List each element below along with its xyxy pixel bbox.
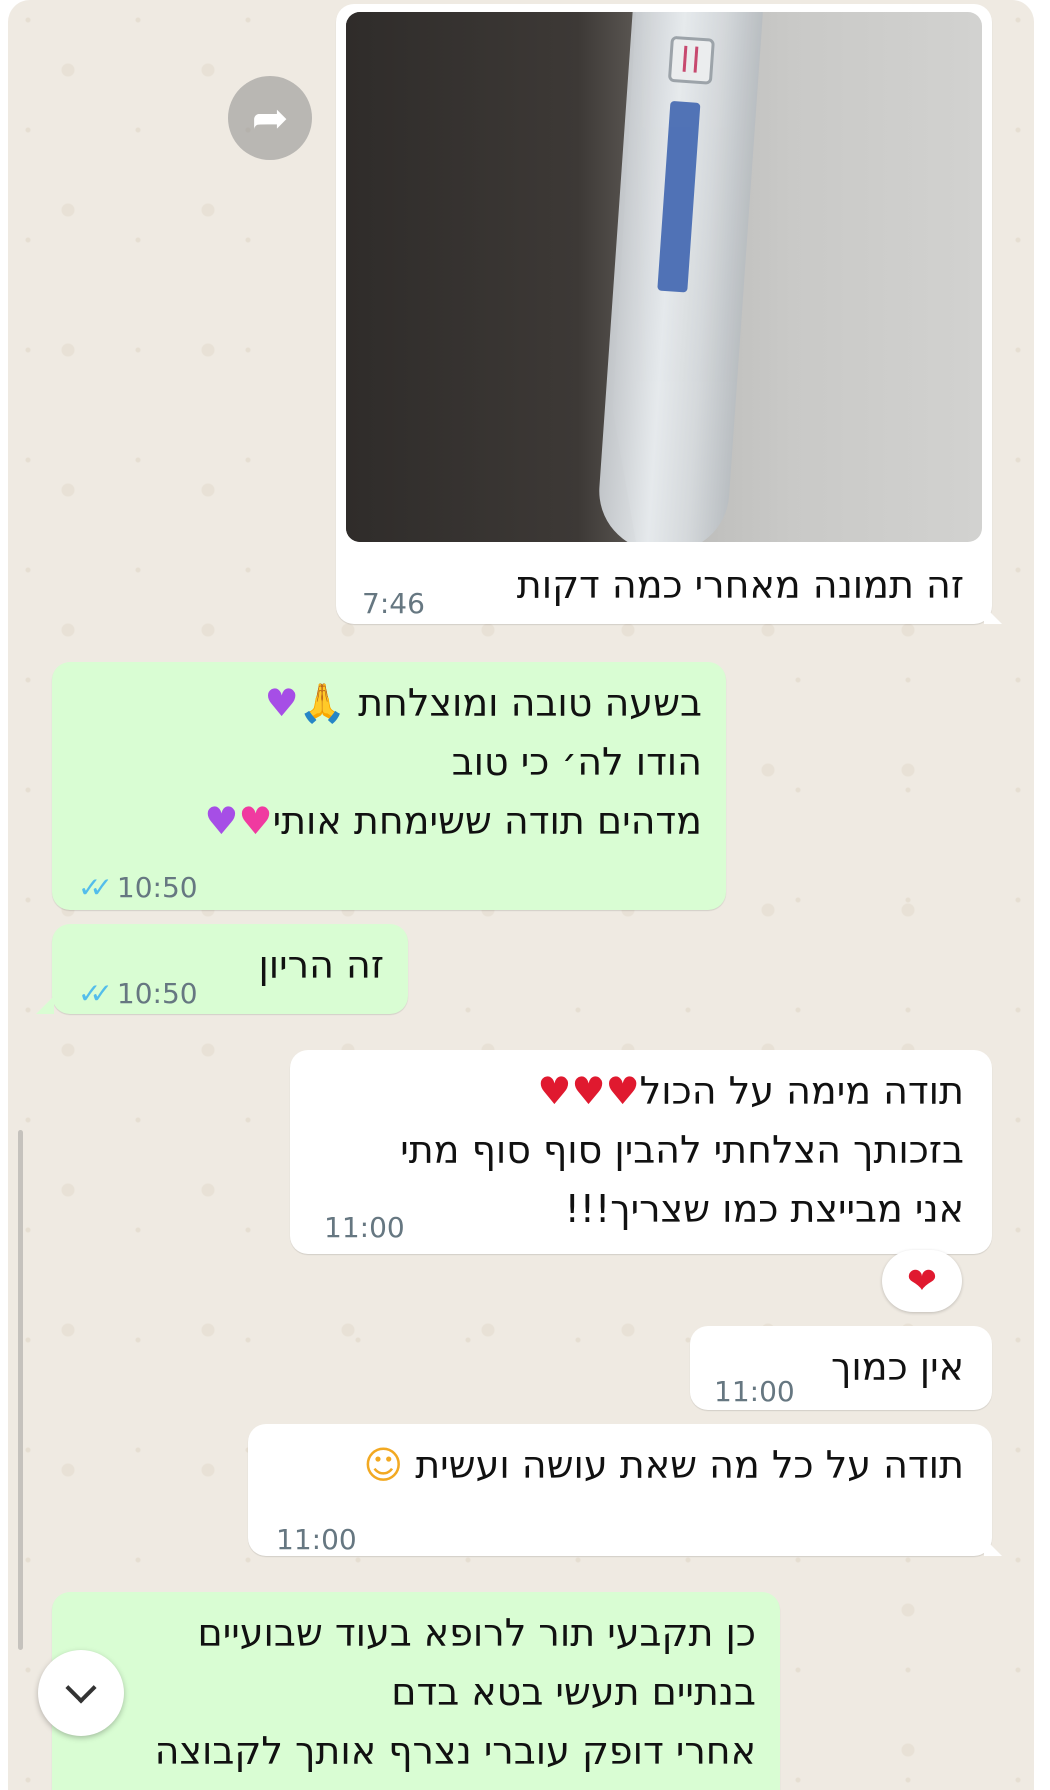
- red-heart-reaction-icon: ❤: [906, 1260, 938, 1302]
- double-check-icon: ✓✓: [78, 871, 113, 904]
- test-result-window: [667, 35, 715, 85]
- double-check-icon: ✓✓: [78, 977, 113, 1010]
- message-meta: ✓✓ 10:50: [78, 858, 198, 917]
- message-incoming[interactable]: תודה מימה על הכול♥♥♥ בזכותך הצלחתי להבין…: [290, 1050, 992, 1254]
- message-line: בנתיים תעשי בטא בדם: [391, 1670, 756, 1714]
- bubble-tail: [984, 1538, 1002, 1556]
- message-outgoing[interactable]: זה הריון ✓✓ 10:50: [52, 924, 408, 1014]
- message-line: אני מבייצת כמו שצריך!!!: [564, 1187, 964, 1231]
- forward-arrow-icon: ➦: [251, 92, 289, 144]
- message-line: תודה מימה על הכול♥♥♥: [537, 1069, 964, 1113]
- bubble-tail: [36, 996, 54, 1014]
- reaction-badge[interactable]: ❤: [882, 1250, 962, 1312]
- test-absorbent-strip: [657, 100, 701, 293]
- red-heart-emoji: ♥: [605, 1069, 640, 1113]
- message-text: זה תמונה מאחרי כמה דקות: [516, 563, 964, 607]
- message-line: הודו לה׳ כי טוב: [451, 740, 702, 784]
- message-line: אחרי דופק עוברי נצרף אותך לקבוצה: [154, 1729, 756, 1773]
- message-time: 11:00: [276, 1523, 357, 1556]
- message-line: כן תקבעי תור לרופא בעוד שבועיים: [197, 1611, 756, 1655]
- pray-emoji: 🙏: [298, 681, 346, 725]
- purple-heart-emoji: ♥: [264, 681, 299, 725]
- forward-button[interactable]: ➦: [228, 76, 312, 160]
- bubble-tail: [984, 606, 1002, 624]
- photo-shadow: [346, 12, 636, 542]
- message-time: 11:00: [324, 1211, 405, 1244]
- message-outgoing[interactable]: בשעה טובה ומוצלחת 🙏♥ הודו לה׳ כי טוב מדה…: [52, 662, 726, 910]
- purple-heart-emoji: ♥: [204, 799, 239, 843]
- message-incoming[interactable]: אין כמוך 11:00: [690, 1326, 992, 1410]
- message-line: בזכותך הצלחתי להבין סוף סוף מתי: [400, 1128, 964, 1172]
- scroll-indicator[interactable]: [18, 1130, 23, 1650]
- pregnancy-test-photo[interactable]: [346, 12, 982, 542]
- chat-area: ➦ זה תמונה מאחרי כמה דקות 7:46 בשעה טובה…: [8, 0, 1034, 1790]
- smiling-face-hearts-emoji: ☺: [363, 1443, 404, 1487]
- message-outgoing[interactable]: כן תקבעי תור לרופא בעוד שבועיים בנתיים ת…: [52, 1592, 780, 1790]
- message-time: 7:46: [362, 587, 425, 620]
- red-heart-emoji: ♥: [537, 1069, 572, 1113]
- message-time: 11:00: [714, 1375, 795, 1408]
- pink-heart-emoji: ♥: [238, 799, 273, 843]
- red-heart-emoji: ♥: [571, 1069, 606, 1113]
- chevron-down-icon: [65, 1672, 97, 1704]
- message-incoming-image[interactable]: זה תמונה מאחרי כמה דקות 7:46: [336, 4, 992, 624]
- message-incoming[interactable]: תודה על כל מה שאת עושה ועשית ☺ 11:00: [248, 1424, 992, 1556]
- message-line: תודה על כל מה שאת עושה ועשית ☺: [363, 1443, 964, 1487]
- message-meta: ✓✓ 10:50: [78, 964, 198, 1023]
- scroll-to-bottom-button[interactable]: [38, 1650, 124, 1736]
- message-line: בשעה טובה ומוצלחת 🙏♥: [264, 681, 702, 725]
- message-line: מדהים תודה ששימחת אותי♥♥: [204, 799, 702, 843]
